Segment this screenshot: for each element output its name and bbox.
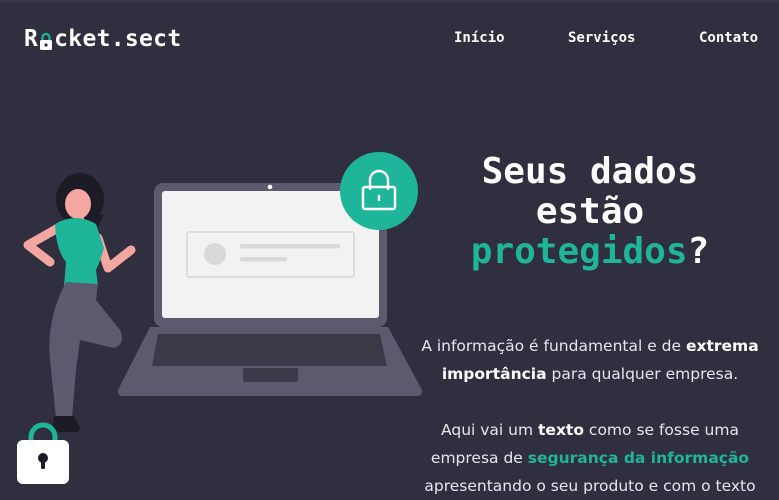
paragraph-1-text-b: para qualquer empresa.	[546, 365, 739, 383]
hero-paragraph-2: Aqui vai um texto como se fosse uma empr…	[418, 416, 762, 500]
paragraph-2-text-a: Aqui vai um	[441, 421, 539, 439]
headline-question-mark: ?	[687, 231, 710, 272]
nav-link-contato[interactable]: Contato	[699, 30, 758, 46]
paragraph-2-bold-a: texto	[538, 421, 584, 439]
paragraph-1-text-a: A informação é fundamental e de	[421, 337, 686, 355]
person-illustration	[23, 173, 136, 432]
headline-accent: protegidos	[470, 231, 688, 272]
padlock-icon	[17, 422, 69, 484]
nav-link-servicos[interactable]: Serviços	[568, 30, 635, 46]
top-border	[0, 0, 779, 2]
headline-line-1: Seus dados	[481, 151, 699, 192]
security-illustration	[17, 152, 423, 484]
lock-badge-icon	[340, 152, 418, 230]
hero-paragraph-1: A informação é fundamental e de extrema …	[418, 332, 762, 388]
nav-link-inicio[interactable]: Início	[454, 30, 505, 46]
paragraph-2-text-c: apresentando o seu produto e com o texto	[424, 477, 756, 495]
hero-headline: Seus dados estão protegidos?	[440, 152, 740, 272]
hero-illustration	[0, 140, 430, 484]
paragraph-2-accent: segurança da informação	[527, 449, 750, 467]
headline-line-2: estão	[535, 191, 645, 232]
main-nav: Início Serviços Contato	[0, 30, 779, 50]
